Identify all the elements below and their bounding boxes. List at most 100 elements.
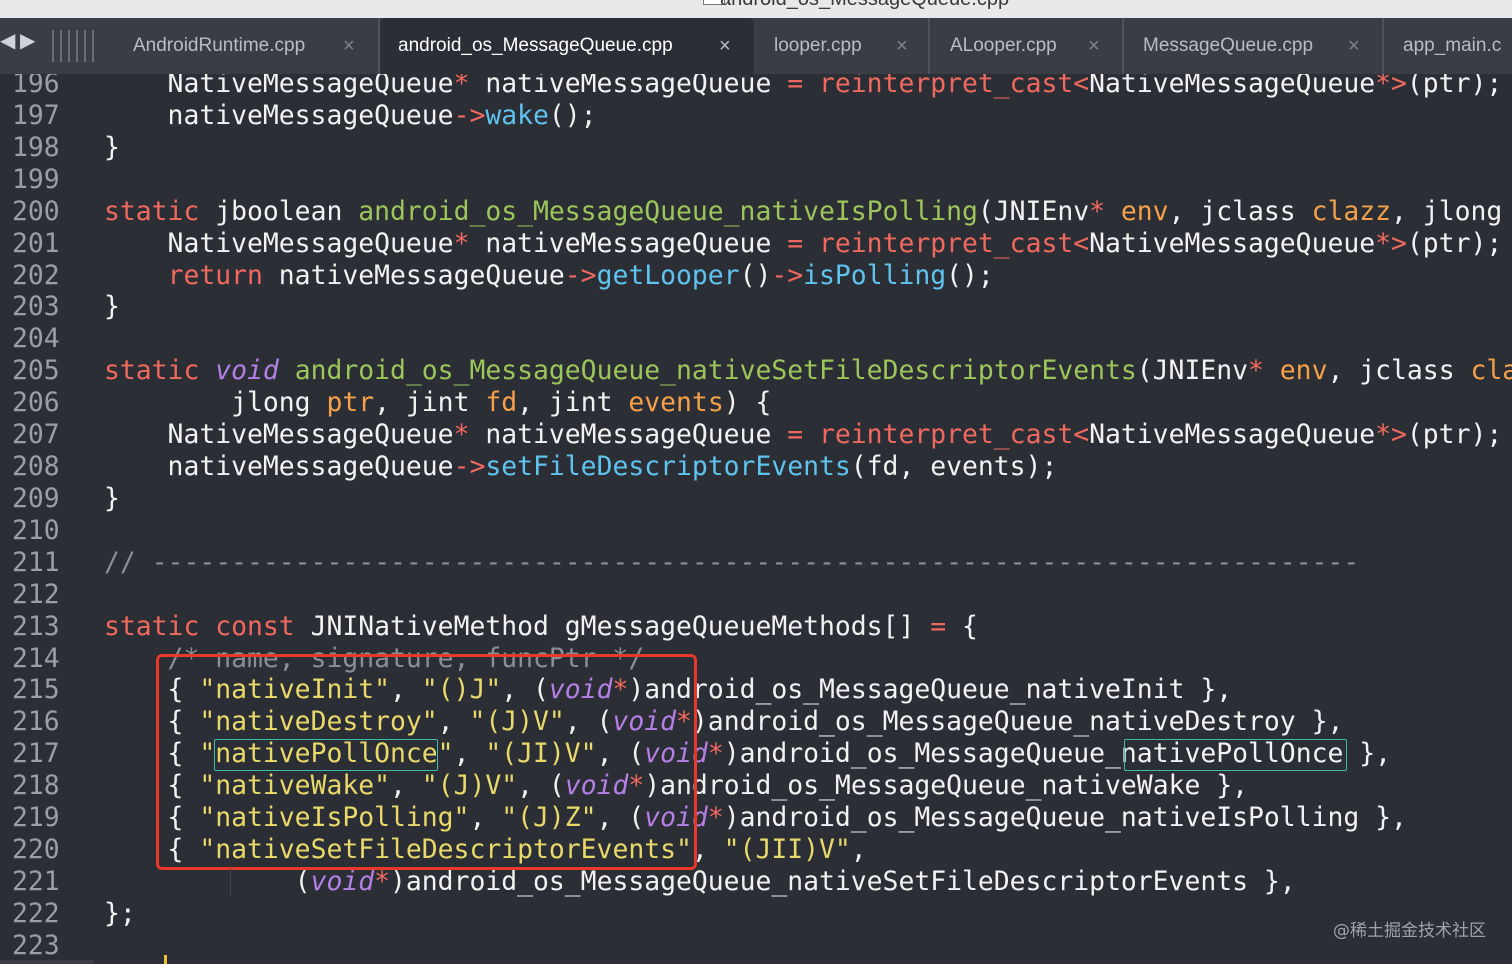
code-line[interactable]: 222};: [0, 898, 1512, 930]
code-line[interactable]: 212: [0, 579, 1512, 611]
code-token: android_os_MessageQueue_nativeSetFileDes…: [294, 355, 1137, 387]
code-token: ->: [453, 99, 486, 131]
code-line[interactable]: 206 jlong ptr, jint fd, jint events) {: [0, 387, 1512, 419]
code-line[interactable]: 201 NativeMessageQueue * nativeMessageQue…: [0, 228, 1512, 260]
line-number: 204: [12, 323, 60, 355]
code-token: jboolean: [199, 195, 359, 227]
tab-android-os-messagequeue[interactable]: android_os_MessageQueue.cpp ×: [380, 18, 754, 74]
code-token: NativeMessageQueue: [1089, 227, 1376, 259]
code-token: (JNIEnv: [1136, 355, 1249, 387]
code-token: )android_os_MessageQueue_nativeDestroy }…: [691, 706, 1344, 738]
code-token: reinterpret_cast: [819, 227, 1074, 259]
code-token: static: [104, 195, 200, 227]
tab-label: android_os_MessageQueue.cpp: [398, 35, 673, 56]
tab-looper[interactable]: looper.cpp ×: [756, 18, 930, 74]
code-token: =: [787, 419, 804, 451]
code-token: *: [1375, 74, 1392, 99]
code-token: (fd, events);: [850, 451, 1058, 483]
code-line[interactable]: 208 nativeMessageQueue->setFileDescripto…: [0, 451, 1512, 483]
code-token: clazz: [1470, 355, 1512, 387]
code-token: *: [453, 227, 470, 259]
watermark: @稀土掘金技术社区: [1333, 921, 1486, 941]
code-token: (JNIEnv: [977, 195, 1090, 227]
code-token: void: [310, 866, 375, 897]
tab-messagequeue[interactable]: MessageQueue.cpp ×: [1126, 18, 1384, 74]
code-token: }: [104, 482, 120, 514]
line-number: 206: [12, 387, 60, 419]
code-token: (ptr);: [1406, 419, 1503, 451]
code-text: static void android_os_MessageQueue_nati…: [104, 355, 1512, 387]
code-token: ();: [548, 99, 597, 131]
code-text: NativeMessageQueue* nativeMessageQueue =…: [104, 419, 1503, 451]
line-number: 199: [12, 163, 60, 195]
code-token: const: [215, 610, 295, 642]
code-token: NativeMessageQueue: [1089, 419, 1376, 451]
chevron-left-icon[interactable]: ◀: [0, 28, 15, 52]
code-token: *: [1089, 195, 1106, 227]
code-line[interactable]: 209}: [0, 483, 1512, 515]
code-token: (ptr);: [1406, 227, 1503, 259]
code-token: static: [104, 610, 200, 642]
code-token: NativeMessageQueue: [1089, 74, 1376, 99]
code-text: static jboolean android_os_MessageQueue_…: [104, 196, 1512, 228]
code-text: NativeMessageQueue* nativeMessageQueue =…: [104, 74, 1503, 100]
line-number: 213: [12, 610, 60, 642]
code-line[interactable]: 196 NativeMessageQueue* nativeMessageQue…: [0, 74, 1512, 100]
close-icon[interactable]: ×: [1348, 35, 1360, 58]
close-icon[interactable]: ×: [343, 35, 355, 58]
tab-overflow-grip[interactable]: [52, 30, 98, 62]
code-line[interactable]: 197 nativeMessageQueue->wake();: [0, 100, 1512, 132]
code-text: NativeMessageQueue* nativeMessageQueue =…: [104, 227, 1503, 260]
code-token: <: [1073, 419, 1090, 451]
code-text: nativeMessageQueue->setFileDescriptorEve…: [104, 451, 1058, 483]
code-line[interactable]: 202 return nativeMessageQueue->getLooper…: [0, 260, 1512, 292]
code-token: , jlong: [1391, 195, 1512, 227]
line-number: 197: [12, 99, 60, 131]
code-token: *: [1375, 419, 1392, 451]
code-line[interactable]: 210: [0, 515, 1512, 547]
code-line[interactable]: 223: [0, 930, 1512, 962]
line-number: 196: [12, 74, 60, 99]
tab-app-main[interactable]: app_main.c: [1386, 18, 1512, 74]
code-token: )android_os_MessageQueue_nativeSetFileDe…: [390, 866, 1296, 897]
gutter-scroll-marker: [0, 960, 94, 964]
line-number: 201: [12, 227, 60, 259]
code-line[interactable]: 207 NativeMessageQueue* nativeMessageQue…: [0, 419, 1512, 451]
close-icon[interactable]: ×: [1088, 35, 1100, 58]
code-line[interactable]: 221 (void*)android_os_MessageQueue_nativ…: [0, 866, 1512, 898]
code-token: nativeMessageQueue: [104, 451, 454, 483]
code-token: setFileDescriptorEvents: [485, 451, 851, 483]
code-token: reinterpret_cast: [819, 419, 1074, 451]
code-token: nativeMessageQueue: [104, 99, 454, 131]
tab-androidruntime[interactable]: AndroidRuntime.cpp ×: [112, 18, 380, 74]
code-token: {: [946, 610, 978, 642]
code-line[interactable]: 205 static void android_os_MessageQueue_n…: [0, 355, 1512, 387]
code-line[interactable]: 211 // ----------------------------------…: [0, 547, 1512, 579]
code-token: nativeMessageQueue: [262, 259, 565, 291]
code-line[interactable]: 200 static jboolean android_os_MessageQue…: [0, 196, 1512, 228]
code-token: ptr: [326, 387, 375, 419]
chevron-right-icon[interactable]: ▶: [20, 28, 35, 52]
code-line[interactable]: 213 static const JNINativeMethod gMessage…: [0, 611, 1512, 643]
code-token: wake: [485, 99, 549, 131]
code-token: (: [104, 866, 311, 897]
line-number: 200: [12, 195, 60, 227]
code-line[interactable]: 204: [0, 323, 1512, 355]
code-token: isPolling: [803, 259, 947, 291]
tab-alooper[interactable]: ALooper.cpp ×: [932, 18, 1124, 74]
code-line[interactable]: 199: [0, 164, 1512, 196]
code-token: nativeMessageQueue: [469, 227, 788, 259]
code-line[interactable]: 203}: [0, 291, 1512, 323]
text-caret: [164, 955, 167, 964]
tab-label: AndroidRuntime.cpp: [133, 35, 306, 56]
code-line[interactable]: 198}: [0, 132, 1512, 164]
close-icon[interactable]: ×: [896, 35, 908, 58]
close-icon[interactable]: ×: [719, 35, 731, 58]
line-number: 218: [12, 770, 60, 802]
code-token: >: [1391, 419, 1407, 451]
code-token: // -------------------------------------…: [104, 546, 1360, 578]
